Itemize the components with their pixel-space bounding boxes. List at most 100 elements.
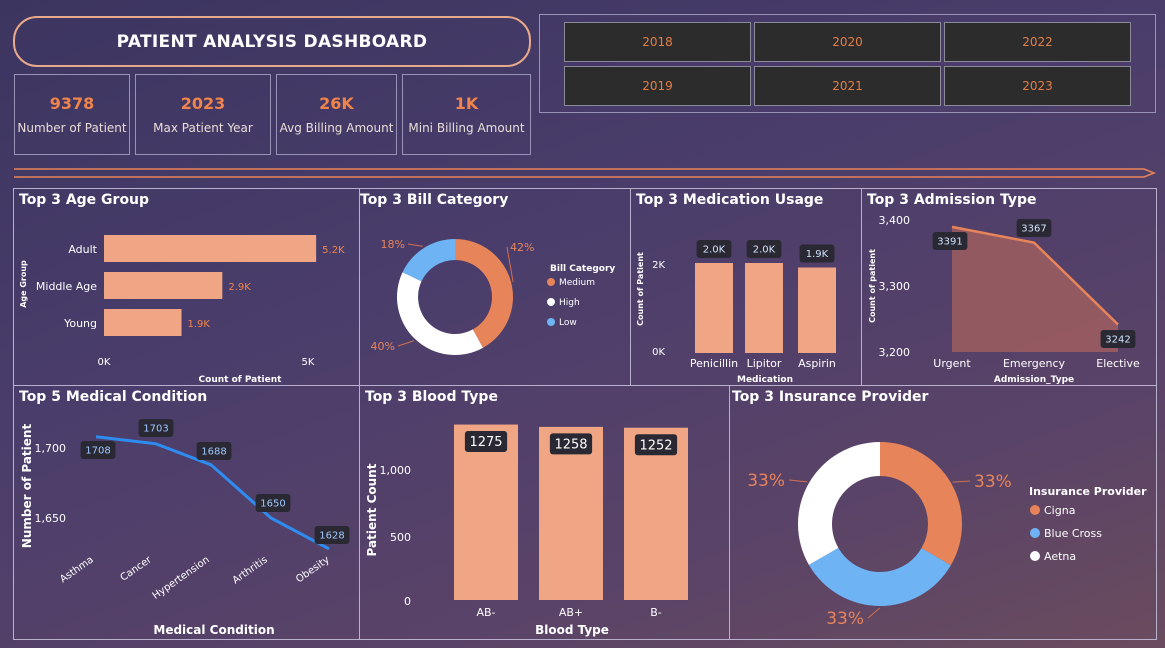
age-bar [104,309,182,336]
year-button-2023[interactable]: 2023 [944,66,1131,106]
blood-category-label: AB+ [559,606,583,619]
adm-category-label: Elective [1096,357,1140,370]
year-button-2022[interactable]: 2022 [944,22,1131,62]
panel-admission: Top 3 Admission Type 3391 3367 3242 3,400 3,… [861,188,1157,386]
adm-data-label: 3391 [937,237,962,248]
cond-data-label: 1703 [143,424,168,435]
age-data-label: 5.2K [322,245,345,256]
cond-category-label: Cancer [119,554,155,584]
bill-data-label: 18% [381,238,405,251]
cond-category-label: Obesity [294,554,332,585]
kpi-label: Mini Billing Amount [408,121,525,135]
kpi-label: Max Patient Year [153,121,253,135]
kpi-value: 9378 [49,94,95,113]
ins-slice [798,442,880,565]
age-bar [104,235,317,262]
bill-legend-swatch [547,298,555,306]
age-category-label: Middle Age [36,280,97,293]
age-x-tick: 5K [302,357,315,368]
bill-legend-title: Bill Category [550,264,615,274]
ins-legend-swatch [1030,528,1040,538]
adm-y-tick: 3,200 [879,346,911,359]
blood-y-tick: 0 [404,595,411,608]
blood-y-axis-label: Patient Count [365,463,379,556]
ins-leader [788,479,808,483]
cond-category-label: Asthma [58,554,96,585]
ins-legend-label: Aetna [1044,550,1076,563]
bill-legend-swatch [547,278,555,286]
ins-slice [880,442,962,566]
bill-legend-swatch [547,318,555,326]
blood-data-label: 1258 [554,438,587,453]
bill-leader [397,340,415,347]
blood-x-axis-label: Blood Type [535,623,609,637]
bill-category-chart: 42% 40% 18% Bill Category Medium High Low [371,238,615,355]
cond-data-label: 1628 [319,531,344,542]
ins-data-label: 33% [974,472,1012,492]
age-data-label: 1.9K [188,319,211,330]
ins-data-label: 33% [826,609,864,629]
blood-y-tick: 1,000 [380,464,412,477]
age-y-axis-label: Age Group [19,260,28,308]
cond-y-tick: 1,650 [35,512,67,525]
year-button-2018[interactable]: 2018 [564,22,751,62]
cond-x-axis-label: Medical Condition [153,623,274,637]
kpi-card-min-billing: 1K Mini Billing Amount [402,74,531,155]
ins-leader [952,480,971,483]
ins-leader [867,607,881,619]
med-category-label: Aspirin [798,357,836,370]
adm-category-label: Urgent [933,357,971,370]
med-y-axis-label: Count of Patient [636,252,645,326]
med-y-tick: 2K [652,260,665,271]
adm-x-axis-label: Admission_Type [994,375,1074,385]
admission-chart: 3391 3367 3242 3,400 3,300 3,200 Urgent Emergen… [868,214,1140,385]
year-button-2021[interactable]: 2021 [754,66,941,106]
divider-arrow [14,168,1157,178]
cond-category-label: Arthritis [231,554,270,586]
kpi-label: Number of Patient [17,121,127,135]
panel-bill-category: Top 3 Bill Category 42% 40% 18% Bill Catego… [359,188,631,386]
kpi-card-patients: 9378 Number of Patient [14,74,130,155]
med-y-tick: 0K [652,347,665,358]
med-category-label: Lipitor [747,357,782,370]
adm-data-label: 3242 [1105,335,1130,346]
bill-legend-label: High [559,298,580,308]
medication-chart: 2.0K Penicillin 2.0K Lipitor 1.9K Aspirin 2K 0K… [636,240,836,385]
bill-slice [455,239,513,348]
med-x-axis-label: Medication [737,375,793,385]
ins-legend-swatch [1030,505,1040,515]
med-data-label: 2.0K [753,245,776,256]
ins-legend-label: Cigna [1044,504,1075,517]
panel-medical-condition: Top 5 Medical Condition 1708 1703 1688 1650… [13,385,360,640]
blood-data-label: 1252 [639,438,672,453]
age-category-label: Young [63,317,97,330]
ins-slice [808,547,951,606]
cond-data-label: 1650 [260,499,285,510]
cond-y-axis-label: Number of Patient [20,424,34,549]
adm-area [952,226,1118,352]
bill-legend-label: Medium [559,278,595,288]
cond-category-label: Hypertension [151,554,212,601]
bill-legend-label: Low [559,318,577,328]
med-bar [695,263,733,353]
kpi-card-max-year: 2023 Max Patient Year [135,74,271,155]
kpi-card-avg-billing: 26K Avg Billing Amount [276,74,397,155]
adm-data-label: 3367 [1021,224,1046,235]
bill-slice [402,239,455,282]
ins-legend-swatch [1030,551,1040,561]
age-data-label: 2.9K [228,282,251,293]
age-x-tick: 0K [98,357,111,368]
age-category-label: Adult [68,243,97,256]
year-button-2019[interactable]: 2019 [564,66,751,106]
kpi-value: 1K [454,94,479,113]
ins-legend-label: Blue Cross [1044,527,1102,540]
med-category-label: Penicillin [690,357,738,370]
insurance-chart: 33% 33% 33% Insurance Provider Cigna Blue Cro… [747,442,1147,629]
cond-data-label: 1688 [201,447,226,458]
adm-y-axis-label: Count of patient [868,249,877,323]
blood-category-label: AB- [476,606,495,619]
ins-legend-title: Insurance Provider [1029,485,1147,498]
blood-y-tick: 500 [390,531,411,544]
year-button-2020[interactable]: 2020 [754,22,941,62]
age-group-chart: Adult 5.2K Middle Age 2.9K Young 1.9K 0K 5K Coun… [19,235,345,385]
